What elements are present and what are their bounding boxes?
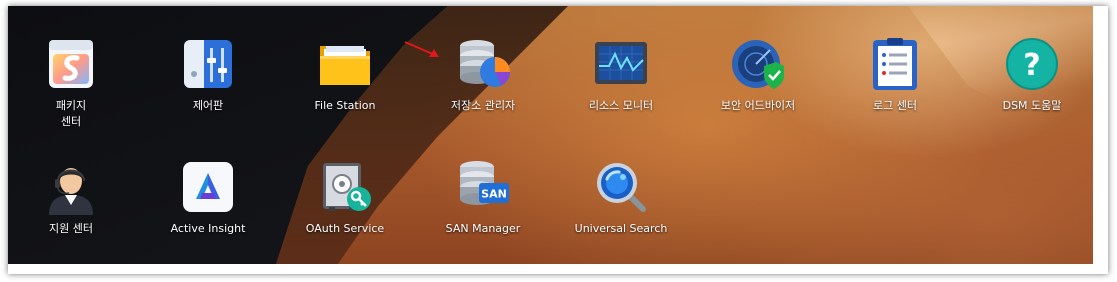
app-active-insight[interactable]: Active Insight [143, 159, 273, 264]
universal-search-icon [593, 159, 649, 215]
storage-manager-icon [455, 36, 511, 92]
package-center-icon [43, 36, 99, 92]
app-file-station[interactable]: File Station [280, 36, 410, 146]
desktop-background: 패키지 센터 제어판 File Station 저장소 관리자 리소스 모니터 … [8, 6, 1093, 264]
app-dsm-help[interactable]: ? DSM 도움말 [967, 36, 1093, 146]
app-label-line2: 센터 [60, 115, 82, 128]
app-label: OAuth Service [305, 222, 385, 235]
active-insight-icon [180, 159, 236, 215]
resource-monitor-icon [593, 36, 649, 92]
san-manager-icon: SAN [455, 159, 511, 215]
app-log-center[interactable]: 로그 센터 [830, 36, 960, 146]
app-label: 지원 센터 [49, 222, 93, 235]
folder-icon [317, 36, 373, 92]
annotation-arrow-icon [404, 41, 439, 57]
app-oauth-service[interactable]: OAuth Service [280, 159, 410, 264]
app-label: DSM 도움말 [1002, 99, 1062, 112]
app-label: Active Insight [170, 222, 246, 235]
support-center-icon [43, 159, 99, 215]
oauth-service-icon [317, 159, 373, 215]
app-label: SAN Manager [445, 222, 521, 235]
log-center-icon [867, 36, 923, 92]
app-label: 패키지 센터 [8, 98, 136, 130]
app-resource-monitor[interactable]: 리소스 모니터 [556, 36, 686, 146]
control-panel-icon [180, 36, 236, 92]
app-control-panel[interactable]: 제어판 [143, 36, 273, 146]
san-badge: SAN [481, 188, 507, 201]
app-label: 제어판 [192, 99, 224, 112]
app-label: Universal Search [574, 222, 668, 235]
app-support-center[interactable]: 지원 센터 [8, 159, 136, 264]
app-label-line1: 패키지 [55, 99, 87, 112]
help-glyph: ? [1023, 48, 1040, 83]
help-icon: ? [1004, 36, 1060, 92]
app-label: 로그 센터 [873, 99, 917, 112]
app-label: 저장소 관리자 [450, 99, 516, 112]
security-advisor-icon [730, 36, 786, 92]
app-label: 리소스 모니터 [588, 99, 654, 112]
app-security-advisor[interactable]: 보안 어드바이저 [693, 36, 823, 146]
app-san-manager[interactable]: SAN SAN Manager [418, 159, 548, 264]
app-label: File Station [314, 99, 376, 112]
app-package-center[interactable]: 패키지 센터 [8, 36, 136, 146]
app-label: 보안 어드바이저 [720, 99, 796, 112]
app-universal-search[interactable]: Universal Search [556, 159, 686, 264]
